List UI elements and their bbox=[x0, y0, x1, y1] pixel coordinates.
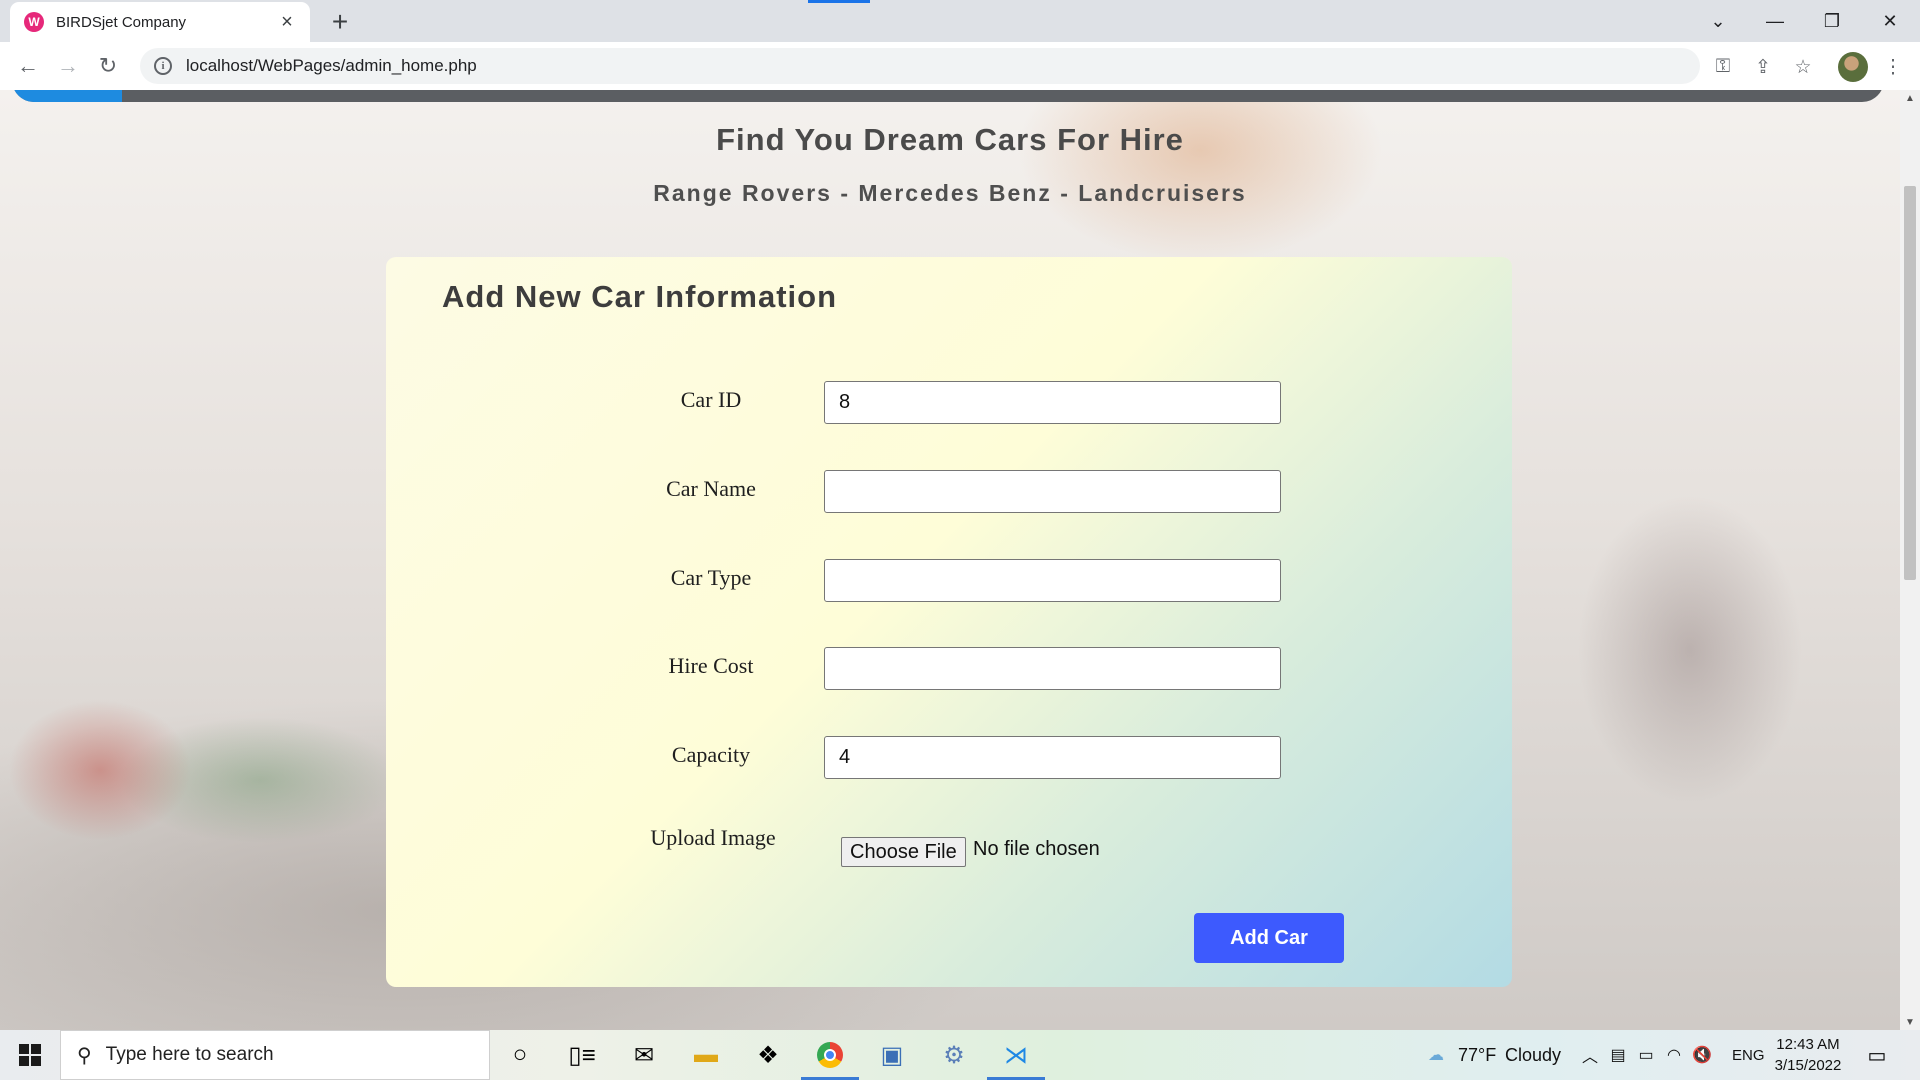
hire-cost-input[interactable] bbox=[824, 647, 1281, 690]
new-tab-button[interactable]: + bbox=[324, 6, 356, 38]
minimize-button[interactable]: — bbox=[1747, 0, 1803, 42]
browser-tab[interactable]: W BIRDSjet Company × bbox=[10, 2, 310, 42]
windows-logo-icon bbox=[19, 1044, 41, 1066]
file-status-text: No file chosen bbox=[973, 838, 1100, 860]
mail-icon[interactable]: ✉ bbox=[613, 1030, 675, 1080]
clock-time: 12:43 AM bbox=[1776, 1036, 1840, 1053]
app-icon[interactable]: ▣ bbox=[861, 1030, 923, 1080]
car-name-label: Car Name bbox=[666, 476, 756, 501]
capacity-input[interactable]: 4 bbox=[824, 736, 1281, 779]
taskbar-search-box[interactable]: ⚲ Type here to search bbox=[60, 1030, 490, 1080]
page-scrollbar[interactable]: ▲ ▼ bbox=[1900, 90, 1920, 1030]
volume-muted-icon[interactable]: 🔇 bbox=[1690, 1043, 1714, 1067]
url-text[interactable]: localhost/WebPages/admin_home.php bbox=[186, 56, 477, 76]
car-name-input[interactable] bbox=[824, 470, 1281, 513]
form-title: Add New Car Information bbox=[442, 279, 838, 314]
add-car-button[interactable]: Add Car bbox=[1194, 913, 1344, 963]
tab-title: BIRDSjet Company bbox=[56, 13, 187, 31]
windows-taskbar: ⚲ Type here to search ○ ▯≡ ✉ ▬ ❖ ▣ ⚙ ⋊ ☁… bbox=[0, 1030, 1920, 1080]
notification-center-icon[interactable]: ▭ bbox=[1864, 1042, 1890, 1068]
tab-close-icon[interactable]: × bbox=[276, 11, 298, 34]
language-indicator[interactable]: ENG bbox=[1732, 1030, 1765, 1080]
weather-temp[interactable]: 77°F bbox=[1458, 1030, 1496, 1080]
site-nav-bar bbox=[12, 90, 1884, 102]
chrome-logo bbox=[817, 1042, 843, 1068]
settings-icon[interactable]: ⚙ bbox=[923, 1030, 985, 1080]
weather-condition[interactable]: Cloudy bbox=[1505, 1030, 1561, 1080]
chrome-icon[interactable] bbox=[799, 1030, 861, 1080]
reload-icon[interactable]: ↻ bbox=[92, 50, 124, 82]
upload-image-label: Upload Image bbox=[650, 825, 776, 850]
tray-chevron-icon[interactable]: ︿ bbox=[1578, 1043, 1602, 1067]
add-car-form: Add New Car Information Car ID 8 Car Nam… bbox=[386, 257, 1512, 987]
choose-file-button[interactable]: Choose File bbox=[841, 837, 966, 867]
browser-toolbar: ← → ↻ i localhost/WebPages/admin_home.ph… bbox=[0, 42, 1920, 90]
task-view-icon[interactable]: ▯≡ bbox=[551, 1030, 613, 1080]
address-bar[interactable]: i localhost/WebPages/admin_home.php bbox=[140, 48, 1700, 84]
back-icon[interactable]: ← bbox=[12, 50, 44, 82]
tab-search-chevron-icon[interactable]: ⌄ bbox=[1690, 0, 1746, 42]
browser-tabstrip: W BIRDSjet Company × + ⌄ — ❐ ✕ bbox=[0, 0, 1920, 42]
chrome-logo-center bbox=[824, 1049, 836, 1061]
tab-indicator bbox=[808, 0, 870, 3]
forward-icon[interactable]: → bbox=[52, 50, 84, 82]
share-icon[interactable]: ⇪ bbox=[1750, 54, 1776, 80]
scroll-up-icon[interactable]: ▲ bbox=[1900, 90, 1920, 106]
weather-cloud-icon[interactable]: ☁ bbox=[1424, 1043, 1448, 1067]
capacity-label: Capacity bbox=[671, 742, 751, 767]
car-type-input[interactable] bbox=[824, 559, 1281, 602]
restore-button[interactable]: ❐ bbox=[1804, 0, 1860, 42]
dropbox-icon[interactable]: ❖ bbox=[737, 1030, 799, 1080]
wifi-icon[interactable]: ◠ bbox=[1662, 1043, 1686, 1067]
car-id-label: Car ID bbox=[680, 387, 742, 412]
page-viewport: Find You Dream Cars For Hire Range Rover… bbox=[0, 90, 1900, 1030]
file-explorer-icon[interactable]: ▬ bbox=[675, 1030, 737, 1080]
site-info-icon[interactable]: i bbox=[154, 57, 172, 75]
site-favicon-icon: W bbox=[24, 12, 44, 32]
menu-kebab-icon[interactable]: ⋮ bbox=[1880, 54, 1906, 80]
car-id-input[interactable]: 8 bbox=[824, 381, 1281, 424]
hero-title: Find You Dream Cars For Hire bbox=[716, 122, 1184, 157]
profile-avatar[interactable] bbox=[1838, 52, 1868, 82]
taskbar-clock[interactable]: 12:43 AM 3/15/2022 bbox=[1770, 1034, 1846, 1076]
scroll-thumb[interactable] bbox=[1904, 186, 1916, 580]
scroll-down-icon[interactable]: ▼ bbox=[1900, 1014, 1920, 1030]
bookmark-star-icon[interactable]: ☆ bbox=[1790, 54, 1816, 80]
battery-icon[interactable]: ▭ bbox=[1634, 1043, 1658, 1067]
clock-date: 3/15/2022 bbox=[1774, 1057, 1842, 1074]
key-icon[interactable]: ⚿ bbox=[1710, 54, 1736, 80]
hire-cost-label: Hire Cost bbox=[668, 653, 754, 678]
cortana-icon[interactable]: ○ bbox=[489, 1030, 551, 1080]
nav-active-item[interactable] bbox=[12, 90, 122, 102]
search-placeholder: Type here to search bbox=[105, 1044, 274, 1065]
hero-subtitle: Range Rovers - Mercedes Benz - Landcruis… bbox=[653, 180, 1247, 206]
vscode-icon[interactable]: ⋊ bbox=[985, 1030, 1047, 1080]
start-button[interactable] bbox=[0, 1030, 60, 1080]
search-icon: ⚲ bbox=[77, 1044, 92, 1067]
security-tray-icon[interactable]: ▤ bbox=[1606, 1043, 1630, 1067]
close-window-button[interactable]: ✕ bbox=[1862, 0, 1918, 42]
car-type-label: Car Type bbox=[670, 565, 752, 590]
